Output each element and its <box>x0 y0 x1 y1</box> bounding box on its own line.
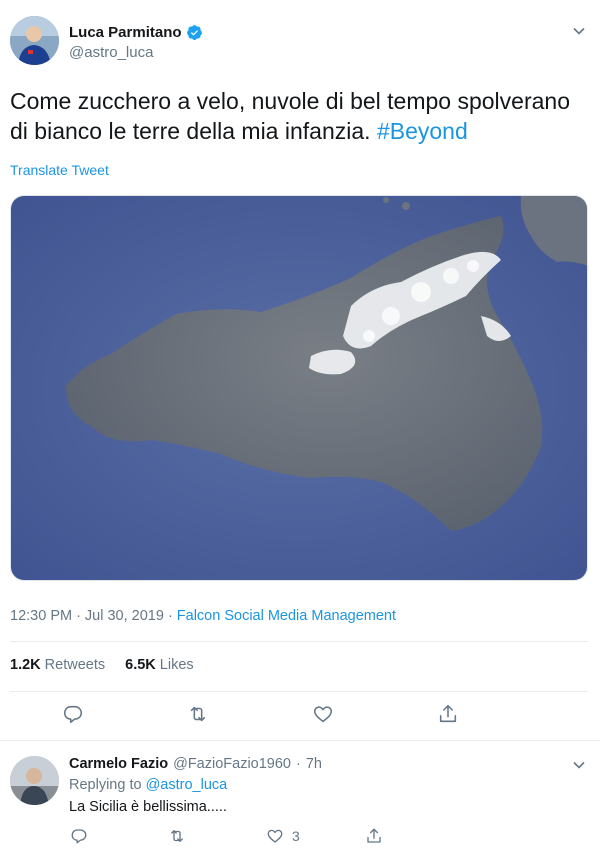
reply-share-button[interactable] <box>365 826 383 846</box>
reply-author-avatar[interactable] <box>10 756 59 805</box>
retweets-count: 1.2K <box>10 657 41 673</box>
replying-to: Replying to @astro_luca <box>69 777 227 793</box>
like-icon[interactable] <box>312 703 334 725</box>
likes-label: Likes <box>159 657 194 673</box>
likes-count: 6.5K <box>125 657 156 673</box>
meta-separator: · <box>167 608 173 624</box>
satellite-image <box>11 196 587 580</box>
tweet-stats: 1.2K Retweets 6.5K Likes <box>10 657 194 673</box>
reply-actions: 3 <box>0 826 600 848</box>
retweet-icon <box>171 830 183 842</box>
divider <box>10 641 588 642</box>
reply-tweet[interactable]: Carmelo Fazio @FazioFazio1960 · 7h Reply… <box>0 741 600 862</box>
translate-tweet-link[interactable]: Translate Tweet <box>10 162 109 178</box>
reply-icon[interactable] <box>62 703 84 725</box>
tweet-time[interactable]: 12:30 PM <box>10 608 72 624</box>
reply-text: La Sicilia è bellissima..... <box>69 799 227 815</box>
tweet-timestamp: 12:30 PM · Jul 30, 2019 · Falcon Social … <box>10 608 396 624</box>
reply-author-handle[interactable]: @FazioFazio1960 <box>173 756 291 772</box>
reply-likes-count: 3 <box>292 828 300 844</box>
retweets-stat[interactable]: 1.2K Retweets <box>10 657 105 673</box>
tweet-body: Come zucchero a velo, nuvole di bel temp… <box>10 88 570 144</box>
share-icon <box>367 828 381 843</box>
hashtag-link[interactable]: #Beyond <box>377 118 468 144</box>
tweet-text: Come zucchero a velo, nuvole di bel temp… <box>10 86 585 146</box>
replying-prefix: Replying to <box>69 777 142 793</box>
meta-separator: · <box>76 608 81 624</box>
likes-stat[interactable]: 6.5K Likes <box>125 657 194 673</box>
tweet-media-image[interactable] <box>10 195 588 581</box>
replying-to-mention[interactable]: @astro_luca <box>146 777 228 793</box>
reply-reply-button[interactable] <box>70 826 88 846</box>
tweet-source-link[interactable]: Falcon Social Media Management <box>177 608 396 624</box>
like-icon <box>267 829 283 843</box>
reply-separator: · <box>296 756 301 772</box>
chevron-down-icon[interactable] <box>572 758 586 772</box>
verified-badge-icon <box>186 25 202 40</box>
chevron-down-icon[interactable] <box>572 24 586 38</box>
author-handle[interactable]: @astro_luca <box>69 44 153 61</box>
retweets-label: Retweets <box>44 657 106 673</box>
tweet-date[interactable]: Jul 30, 2019 <box>85 608 164 624</box>
reply-time[interactable]: 7h <box>306 756 322 772</box>
author-avatar[interactable] <box>10 16 59 65</box>
tweet-actions <box>0 703 600 729</box>
share-icon[interactable] <box>437 703 459 725</box>
author-name[interactable]: Luca Parmitano <box>69 24 182 41</box>
reply-icon <box>71 829 87 844</box>
reply-author-name[interactable]: Carmelo Fazio <box>69 756 168 772</box>
retweet-icon[interactable] <box>187 703 209 725</box>
reply-retweet-button[interactable] <box>168 826 186 846</box>
divider <box>10 691 588 692</box>
reply-like-button[interactable]: 3 <box>266 826 300 846</box>
